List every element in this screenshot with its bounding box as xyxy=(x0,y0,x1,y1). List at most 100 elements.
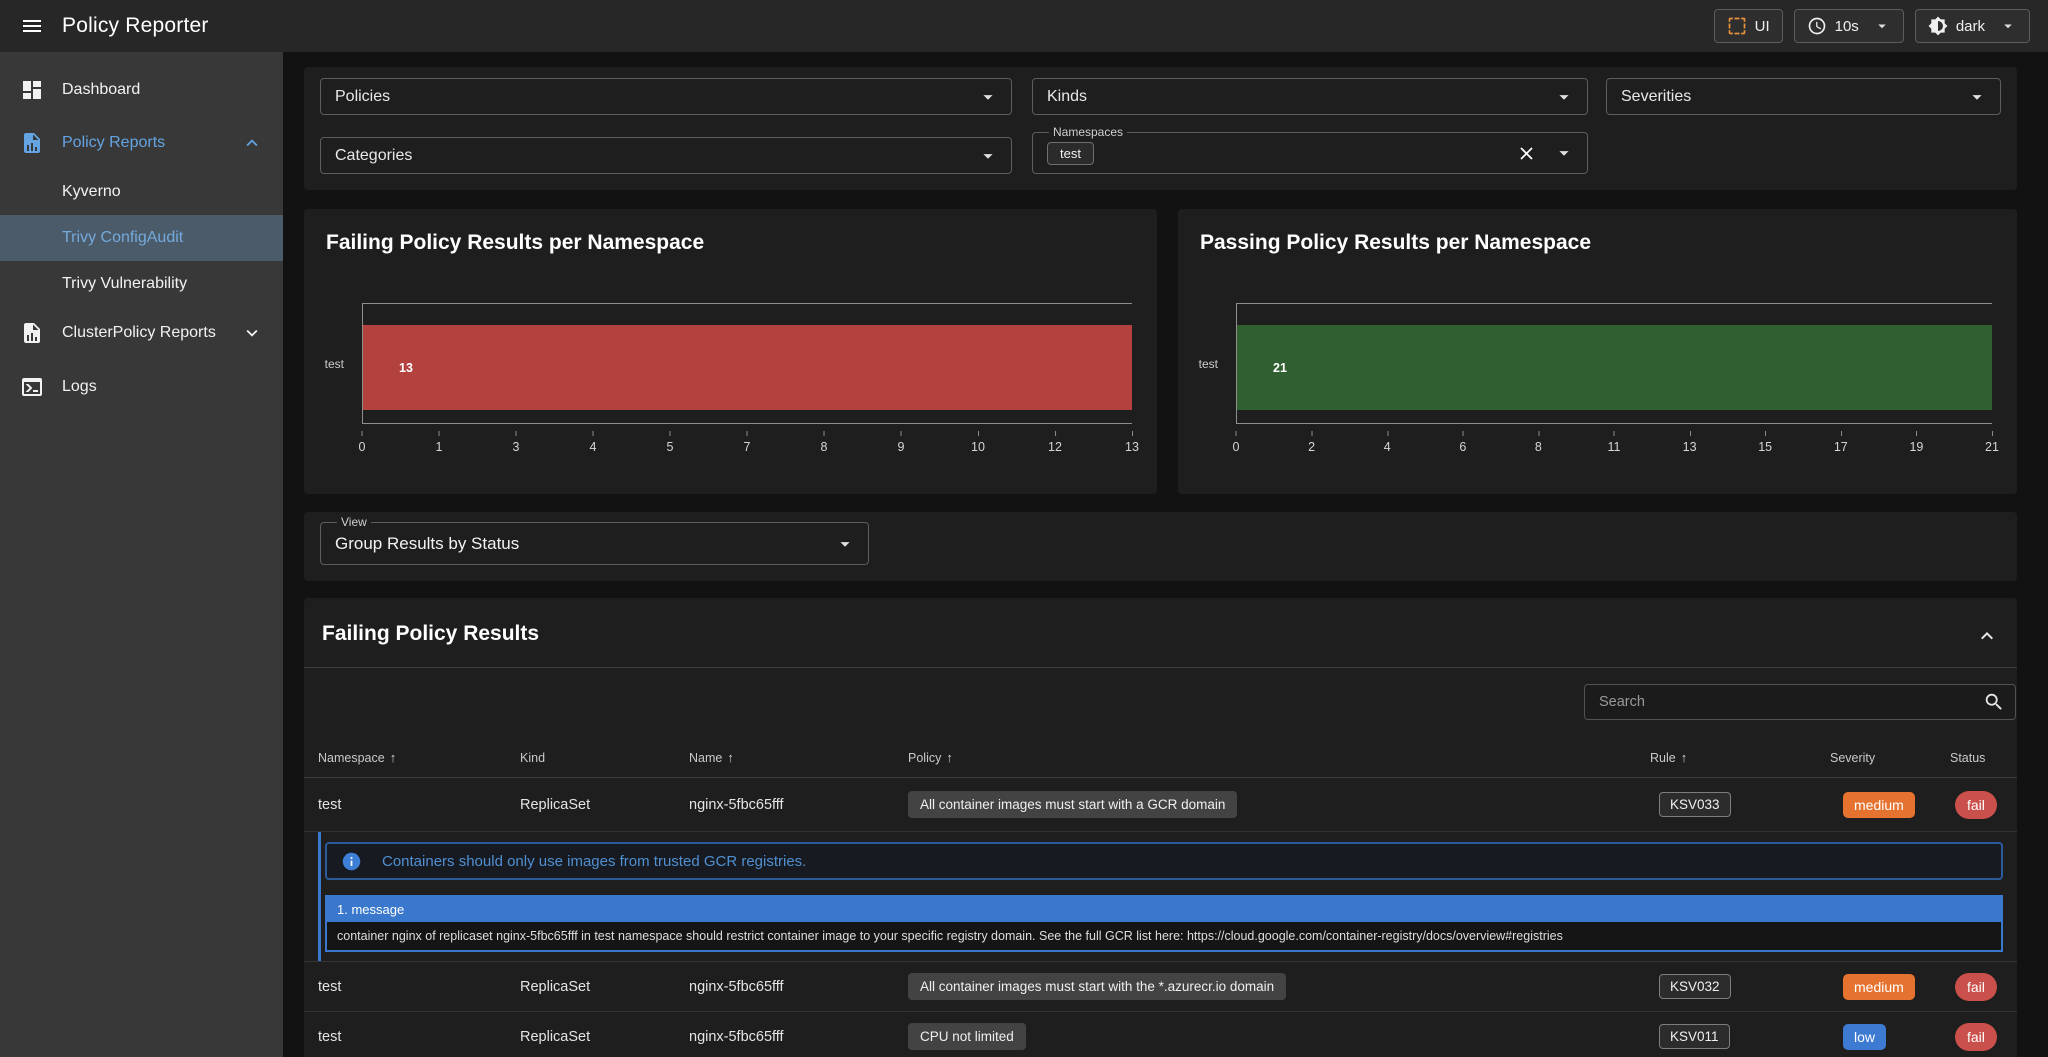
chevron-down-icon xyxy=(977,86,999,108)
page-title: Policy Reporter xyxy=(62,14,209,38)
cell-kind: ReplicaSet xyxy=(520,797,689,813)
search-input[interactable] xyxy=(1599,694,1983,710)
sort-asc-icon: ↑ xyxy=(1681,750,1688,765)
cell-namespace: test xyxy=(318,797,520,813)
kinds-select-label: Kinds xyxy=(1047,88,1087,106)
policy-chip[interactable]: All container images must start with the… xyxy=(908,973,1286,1000)
theme-icon xyxy=(1928,16,1948,36)
x-tick-label: 2 xyxy=(1308,440,1315,454)
main-content: Policies Kinds Severities Categories Nam… xyxy=(283,52,2048,1057)
categories-select[interactable]: Categories xyxy=(320,137,1012,174)
x-tick-label: 0 xyxy=(359,440,366,454)
sidebar-item-label: Dashboard xyxy=(62,81,140,99)
failing-chart-card: Failing Policy Results per Namespace tes… xyxy=(304,209,1157,494)
x-tick-label: 3 xyxy=(513,440,520,454)
refresh-interval-select[interactable]: 10s xyxy=(1794,9,1904,43)
namespace-chip[interactable]: test xyxy=(1047,142,1094,165)
passing-bar[interactable]: 21 xyxy=(1237,325,1992,410)
failing-chart-plot: 13 xyxy=(362,303,1132,424)
rule-chip[interactable]: KSV011 xyxy=(1659,1024,1730,1049)
policy-description-text: Containers should only use images from t… xyxy=(382,853,806,870)
passing-chart-plot: 21 xyxy=(1236,303,1992,424)
x-tick-label: 12 xyxy=(1048,440,1062,454)
severity-badge: low xyxy=(1843,1024,1886,1050)
table-row[interactable]: test ReplicaSet nginx-5fbc65fff All cont… xyxy=(304,778,2017,832)
x-tick-label: 4 xyxy=(1384,440,1391,454)
failing-bar[interactable]: 13 xyxy=(363,325,1132,410)
column-header-severity[interactable]: Severity xyxy=(1830,751,1950,765)
x-tick-label: 21 xyxy=(1985,440,1999,454)
column-header-rule[interactable]: Rule↑ xyxy=(1650,750,1830,765)
x-tick-label: 8 xyxy=(821,440,828,454)
rule-chip[interactable]: KSV032 xyxy=(1659,974,1731,999)
clock-icon xyxy=(1807,16,1827,36)
x-tick-label: 0 xyxy=(1233,440,1240,454)
policy-chip[interactable]: All container images must start with a G… xyxy=(908,791,1237,818)
x-tick-label: 19 xyxy=(1909,440,1923,454)
sidebar-item-dashboard[interactable]: Dashboard xyxy=(0,66,283,114)
column-header-namespace[interactable]: Namespace↑ xyxy=(318,750,520,765)
view-select[interactable]: View Group Results by Status xyxy=(320,515,869,565)
cell-namespace: test xyxy=(318,979,520,995)
file-chart-icon xyxy=(20,321,44,345)
message-block: 1. message container nginx of replicaset… xyxy=(325,895,2003,952)
x-tick-label: 5 xyxy=(667,440,674,454)
column-header-status[interactable]: Status xyxy=(1950,751,2017,765)
search-icon[interactable] xyxy=(1983,691,2005,713)
column-header-kind[interactable]: Kind xyxy=(520,751,689,765)
policy-chip[interactable]: CPU not limited xyxy=(908,1023,1026,1050)
categories-select-label: Categories xyxy=(335,147,412,165)
severities-select-label: Severities xyxy=(1621,88,1691,106)
message-text: container nginx of replicaset nginx-5fbc… xyxy=(327,922,2001,950)
x-axis: 0 1 3 4 5 7 8 9 10 12 13 xyxy=(362,430,1132,456)
chevron-down-icon[interactable] xyxy=(241,322,263,344)
sidebar-item-label: Trivy Vulnerability xyxy=(62,275,187,293)
menu-icon[interactable] xyxy=(14,8,50,44)
x-tick-label: 8 xyxy=(1535,440,1542,454)
info-icon xyxy=(341,851,362,872)
sidebar-item-kyverno[interactable]: Kyverno xyxy=(0,169,283,215)
message-title: 1. message xyxy=(327,897,2001,922)
column-header-policy[interactable]: Policy↑ xyxy=(908,750,1650,765)
rule-chip[interactable]: KSV033 xyxy=(1659,792,1731,817)
chart-title: Passing Policy Results per Namespace xyxy=(1200,231,1591,255)
collapse-chevron-up-icon[interactable] xyxy=(1975,624,1999,648)
table-row[interactable]: test ReplicaSet nginx-5fbc65fff All cont… xyxy=(304,962,2017,1012)
sidebar-item-policy-reports[interactable]: Policy Reports xyxy=(0,119,283,167)
sidebar-item-trivy-vulnerability[interactable]: Trivy Vulnerability xyxy=(0,261,283,307)
severities-select[interactable]: Severities xyxy=(1606,78,2001,115)
table-header: Namespace↑ Kind Name↑ Policy↑ Rule↑ Seve… xyxy=(304,738,2017,778)
theme-value: dark xyxy=(1956,18,1985,35)
failing-results-card: Failing Policy Results Namespace↑ Kind N… xyxy=(304,598,2017,1057)
file-chart-icon xyxy=(20,131,44,155)
chevron-down-icon xyxy=(1966,86,1988,108)
status-badge: fail xyxy=(1955,791,1997,819)
sort-asc-icon: ↑ xyxy=(390,750,397,765)
clear-icon[interactable] xyxy=(1516,143,1537,164)
sort-asc-icon: ↑ xyxy=(727,750,734,765)
kinds-select[interactable]: Kinds xyxy=(1032,78,1588,115)
x-tick-label: 1 xyxy=(436,440,443,454)
chevron-down-icon xyxy=(1553,142,1575,164)
sidebar-item-clusterpolicy-reports[interactable]: ClusterPolicy Reports xyxy=(0,309,283,357)
x-tick-label: 13 xyxy=(1683,440,1697,454)
x-tick-label: 13 xyxy=(1125,440,1139,454)
chevron-down-icon xyxy=(1873,17,1891,35)
theme-select[interactable]: dark xyxy=(1915,9,2030,43)
x-tick-label: 11 xyxy=(1608,440,1621,454)
policies-select[interactable]: Policies xyxy=(320,78,1012,115)
sidebar-item-logs[interactable]: Logs xyxy=(0,363,283,411)
column-header-name[interactable]: Name↑ xyxy=(689,750,908,765)
x-tick-label: 10 xyxy=(971,440,985,454)
view-card: View Group Results by Status xyxy=(304,512,2017,581)
ui-version-button[interactable]: UI xyxy=(1714,9,1783,43)
bar-value-label: 13 xyxy=(399,361,413,375)
divider xyxy=(304,667,2017,668)
status-badge: fail xyxy=(1955,1023,1997,1051)
cell-name: nginx-5fbc65fff xyxy=(689,797,908,813)
x-tick-label: 9 xyxy=(898,440,905,454)
chevron-up-icon[interactable] xyxy=(241,132,263,154)
sidebar-item-trivy-configaudit[interactable]: Trivy ConfigAudit xyxy=(0,215,283,261)
namespaces-select[interactable]: Namespaces test xyxy=(1032,125,1588,174)
table-row[interactable]: test ReplicaSet nginx-5fbc65fff CPU not … xyxy=(304,1012,2017,1057)
